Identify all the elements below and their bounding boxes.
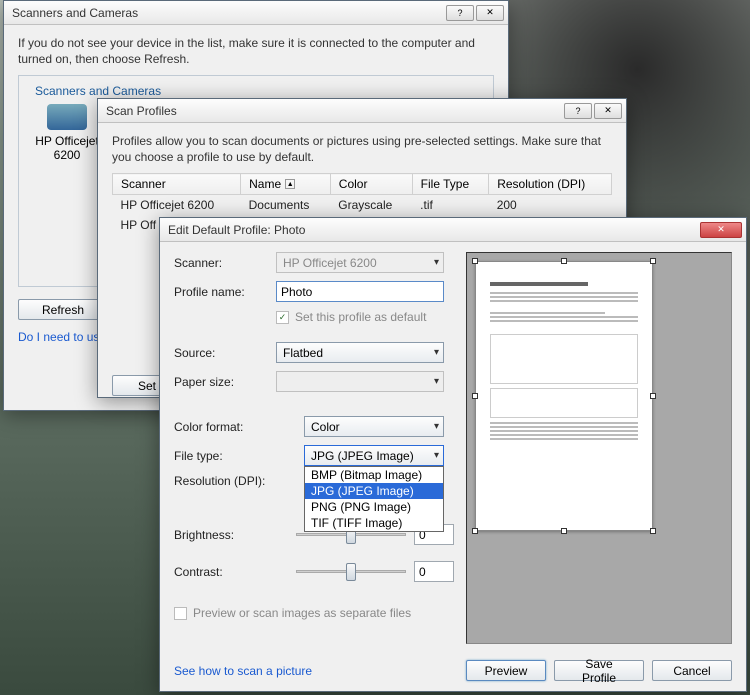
brightness-label: Brightness:: [174, 528, 260, 542]
color-format-label: Color format:: [174, 420, 268, 434]
scanner-icon: [47, 104, 87, 130]
titlebar: Scanners and Cameras ? ✕: [4, 1, 508, 25]
paper-size-select: [276, 371, 444, 392]
source-label: Source:: [174, 346, 268, 360]
default-label: Set this profile as default: [295, 310, 426, 324]
file-type-option[interactable]: BMP (Bitmap Image): [305, 467, 443, 483]
sort-icon[interactable]: ▲: [285, 179, 295, 189]
contrast-value[interactable]: [414, 561, 454, 582]
save-profile-button[interactable]: Save Profile: [554, 660, 644, 681]
instruction-text: If you do not see your device in the lis…: [18, 35, 494, 67]
preview-area: [466, 252, 732, 644]
contrast-slider[interactable]: [296, 562, 406, 582]
paper-size-label: Paper size:: [174, 375, 268, 389]
file-type-dropdown: BMP (Bitmap Image) JPG (JPEG Image) PNG …: [304, 466, 444, 532]
device-label: HP Officejet 6200: [27, 134, 107, 162]
scanner-label: Scanner:: [174, 256, 268, 270]
col-resolution[interactable]: Resolution (DPI): [489, 174, 612, 195]
profile-name-input[interactable]: [276, 281, 444, 302]
form-panel: Scanner: HP Officejet 6200 Profile name:…: [174, 252, 454, 644]
contrast-label: Contrast:: [174, 565, 260, 579]
group-title: Scanners and Cameras: [31, 84, 165, 98]
table-row[interactable]: HP Officejet 6200 Documents Grayscale .t…: [113, 195, 612, 216]
refresh-button[interactable]: Refresh: [18, 299, 108, 320]
how-to-link[interactable]: See how to scan a picture: [174, 664, 312, 678]
separate-files-checkbox: [174, 607, 187, 620]
separate-files-label: Preview or scan images as separate files: [193, 606, 411, 620]
titlebar: Scan Profiles ? ✕: [98, 99, 626, 123]
close-button[interactable]: ✕: [594, 103, 622, 119]
help-button[interactable]: ?: [564, 103, 592, 119]
resolution-label: Resolution (DPI):: [174, 474, 268, 488]
col-scanner[interactable]: Scanner: [113, 174, 241, 195]
file-type-label: File type:: [174, 449, 268, 463]
window-title: Scan Profiles: [106, 104, 564, 118]
file-type-select[interactable]: JPG (JPEG Image): [304, 445, 444, 466]
close-button[interactable]: ✕: [476, 5, 504, 21]
instruction-text: Profiles allow you to scan documents or …: [112, 133, 612, 165]
close-button[interactable]: ✕: [700, 222, 742, 238]
file-type-option[interactable]: JPG (JPEG Image): [305, 483, 443, 499]
col-filetype[interactable]: File Type: [412, 174, 489, 195]
scanner-select: HP Officejet 6200: [276, 252, 444, 273]
file-type-option[interactable]: TIF (TIFF Image): [305, 515, 443, 531]
window-title: Scanners and Cameras: [12, 6, 446, 20]
profile-name-label: Profile name:: [174, 285, 268, 299]
col-name[interactable]: Name▲: [241, 174, 331, 195]
col-color[interactable]: Color: [330, 174, 412, 195]
help-button[interactable]: ?: [446, 5, 474, 21]
window-title: Edit Default Profile: Photo: [168, 223, 700, 237]
preview-button[interactable]: Preview: [466, 660, 546, 681]
cancel-button[interactable]: Cancel: [652, 660, 732, 681]
titlebar: Edit Default Profile: Photo ✕: [160, 218, 746, 242]
default-checkbox: ✓: [276, 311, 289, 324]
device-item[interactable]: HP Officejet 6200: [27, 104, 107, 162]
file-type-option[interactable]: PNG (PNG Image): [305, 499, 443, 515]
edit-profile-window: Edit Default Profile: Photo ✕ Scanner: H…: [159, 217, 747, 692]
help-link[interactable]: Do I need to use: [18, 330, 106, 344]
preview-page[interactable]: [475, 261, 653, 531]
source-select[interactable]: Flatbed: [276, 342, 444, 363]
color-format-select[interactable]: Color: [304, 416, 444, 437]
